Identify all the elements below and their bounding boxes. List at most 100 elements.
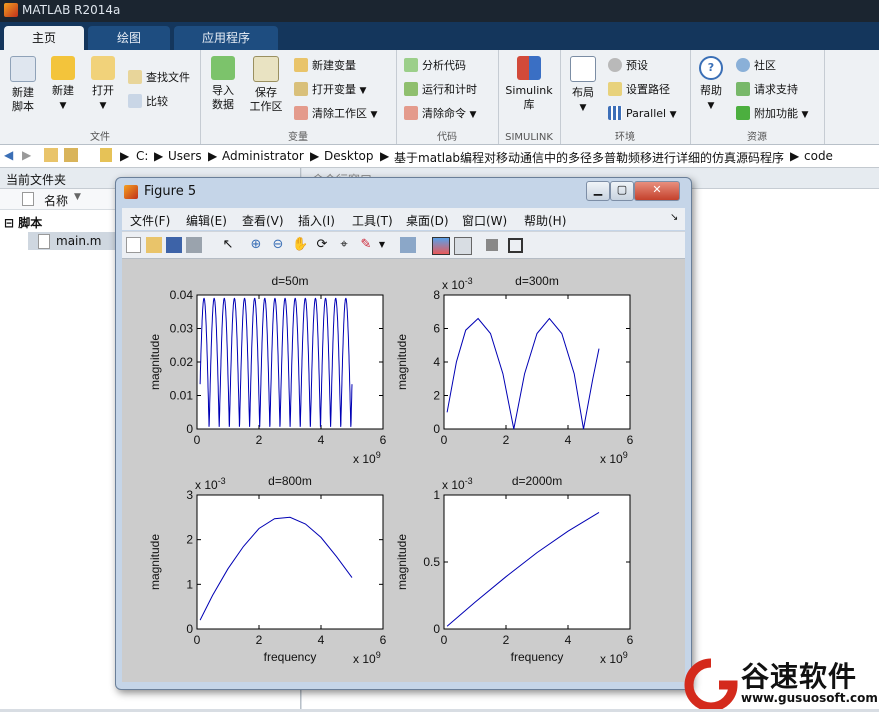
help-icon: ? (699, 56, 723, 80)
brush-icon[interactable]: ✎ (358, 237, 374, 253)
new-figure-icon[interactable] (126, 237, 141, 253)
group-variable: 导入 数据 保存 工作区 新建变量 打开变量 ▼ 清除工作区 ▼ 变量 (200, 50, 397, 144)
add-ons-button[interactable]: 附加功能 ▼ (736, 104, 808, 124)
preferences-button[interactable]: 预设 (608, 56, 648, 76)
layout-button[interactable]: 布局 ▼ (566, 56, 600, 115)
y-exponent-label: x 10-3 (442, 276, 473, 292)
y-axis-label: magnitude (395, 334, 409, 390)
new-script-button[interactable]: 新建 脚本 (6, 56, 40, 114)
group-label-resources: 资源 (747, 132, 767, 143)
hide-tools-icon[interactable] (486, 239, 498, 251)
figure-canvas[interactable]: 0 2 4 6 0 0.01 0.02 0.03 0.04 d=50m magnitude x 109… (122, 259, 685, 682)
x-tick-label: 2 (256, 633, 263, 647)
y-tick-label: 0 (433, 422, 440, 436)
crumb-project-folder[interactable]: 基于matlab编程对移动通信中的多径多普勒频移进行详细的仿真源码程序 (394, 149, 784, 166)
crumb-desktop[interactable]: Desktop (324, 149, 374, 163)
forward-arrow-icon[interactable]: ▶ (22, 148, 31, 162)
crumb-users[interactable]: Users (168, 149, 202, 163)
set-path-button[interactable]: 设置路径 (608, 80, 670, 100)
open-file-icon[interactable] (146, 237, 162, 253)
menu-edit[interactable]: 编辑(E) (186, 212, 227, 229)
pan-icon[interactable]: ✋ (292, 237, 308, 253)
x-exponent-label: x 109 (600, 650, 628, 666)
maximize-button[interactable]: ▢ (610, 181, 634, 201)
import-data-button[interactable]: 导入 数据 (206, 56, 240, 112)
crumb-administrator[interactable]: Administrator (222, 149, 304, 163)
x-tick-label: 6 (380, 433, 387, 447)
link-plot-icon[interactable] (400, 237, 416, 253)
file-type-icon (22, 192, 34, 206)
support-icon (736, 82, 750, 96)
close-button[interactable]: ✕ (634, 181, 680, 201)
analyze-code-button[interactable]: 分析代码 (404, 56, 466, 76)
tab-home[interactable]: 主页 (4, 26, 84, 50)
group-file: 新建 脚本 新建 ▼ 打开 ▼ 查找文件 比较 文件 (0, 50, 201, 144)
figure-window[interactable]: Figure 5 ▁ ▢ ✕ 文件(F) 编辑(E) 查看(V) 插入(I) 工… (115, 177, 692, 690)
folder-item[interactable]: ⊟ 脚本 (4, 214, 42, 231)
y-exponent-label: x 10-3 (442, 476, 473, 492)
open-button[interactable]: 打开 ▼ (86, 56, 120, 113)
data-cursor-icon[interactable]: ⌖ (336, 237, 352, 253)
tab-apps[interactable]: 应用程序 (174, 26, 278, 50)
column-name[interactable]: 名称 (44, 192, 68, 209)
x-tick-label: 6 (380, 633, 387, 647)
new-button[interactable]: 新建 ▼ (46, 56, 80, 113)
zoom-in-icon[interactable]: ⊕ (248, 237, 264, 253)
show-tools-icon[interactable] (508, 238, 523, 253)
x-tick-label: 4 (565, 633, 572, 647)
figure-titlebar[interactable]: Figure 5 ▁ ▢ ✕ (116, 178, 691, 206)
clear-workspace-button[interactable]: 清除工作区 ▼ (294, 104, 377, 124)
x-tick-label: 0 (441, 633, 448, 647)
compare-button[interactable]: 比较 (128, 92, 168, 112)
simulink-library-button[interactable]: Simulink 库 (502, 56, 556, 112)
dock-arrow-icon[interactable]: ↘ (670, 212, 678, 223)
find-files-button[interactable]: 查找文件 (128, 68, 190, 88)
up-folder-icon[interactable] (44, 148, 58, 162)
ribbon-tabbar: 主页 绘图 应用程序 (0, 22, 879, 50)
crumb-c[interactable]: C: (136, 149, 148, 163)
menu-file[interactable]: 文件(F) (130, 212, 170, 229)
clear-commands-button[interactable]: 清除命令 ▼ (404, 104, 476, 124)
tab-plots[interactable]: 绘图 (88, 26, 170, 50)
new-script-icon (10, 56, 36, 82)
x-tick-label: 2 (503, 633, 510, 647)
menu-insert[interactable]: 插入(I) (298, 212, 335, 229)
y-tick-label: 8 (433, 288, 440, 302)
back-arrow-icon[interactable]: ◀ (4, 148, 13, 162)
new-variable-button[interactable]: 新建变量 (294, 56, 356, 76)
add-ons-icon (736, 106, 750, 120)
x-tick-label: 0 (194, 633, 201, 647)
group-environment: 布局 ▼ 预设 设置路径 Parallel ▼ 环境 (560, 50, 691, 144)
m-file-icon (38, 234, 50, 249)
menu-tools[interactable]: 工具(T) (352, 212, 393, 229)
community-button[interactable]: 社区 (736, 56, 776, 76)
zoom-out-icon[interactable]: ⊖ (270, 237, 286, 253)
legend-icon[interactable] (454, 237, 472, 255)
subplot-title: d=300m (515, 274, 559, 288)
figure-menubar: 文件(F) 编辑(E) 查看(V) 插入(I) 工具(T) 桌面(D) 窗口(W… (122, 208, 685, 230)
y-tick-label: 0.03 (170, 322, 194, 336)
run-and-time-button[interactable]: 运行和计时 (404, 80, 477, 100)
subplot-grid: 0 2 4 6 0 0.01 0.02 0.03 0.04 d=50m magnitude x 109… (148, 274, 634, 666)
parallel-button[interactable]: Parallel ▼ (608, 104, 677, 124)
group-code: 分析代码 运行和计时 清除命令 ▼ 代码 (396, 50, 499, 144)
x-tick-label: 6 (627, 433, 634, 447)
save-workspace-button[interactable]: 保存 工作区 (246, 56, 286, 114)
browse-folder-icon[interactable] (64, 148, 78, 162)
request-support-button[interactable]: 请求支持 (736, 80, 798, 100)
brush-dropdown-icon[interactable]: ▼ (374, 237, 390, 253)
crumb-code[interactable]: code (804, 149, 833, 163)
colorbar-icon[interactable] (432, 237, 450, 255)
menu-view[interactable]: 查看(V) (242, 212, 284, 229)
print-icon[interactable] (186, 237, 202, 253)
save-icon[interactable] (166, 237, 182, 253)
rotate-icon[interactable]: ⟳ (314, 237, 330, 253)
minimize-button[interactable]: ▁ (586, 181, 610, 201)
menu-window[interactable]: 窗口(W) (462, 212, 507, 229)
menu-desktop[interactable]: 桌面(D) (406, 212, 449, 229)
menu-help[interactable]: 帮助(H) (524, 212, 566, 229)
x-axis-label: frequency (264, 650, 317, 664)
pointer-icon[interactable]: ↖ (220, 237, 236, 253)
open-variable-button[interactable]: 打开变量 ▼ (294, 80, 366, 100)
help-button[interactable]: ? 帮助 ▼ (696, 56, 726, 113)
